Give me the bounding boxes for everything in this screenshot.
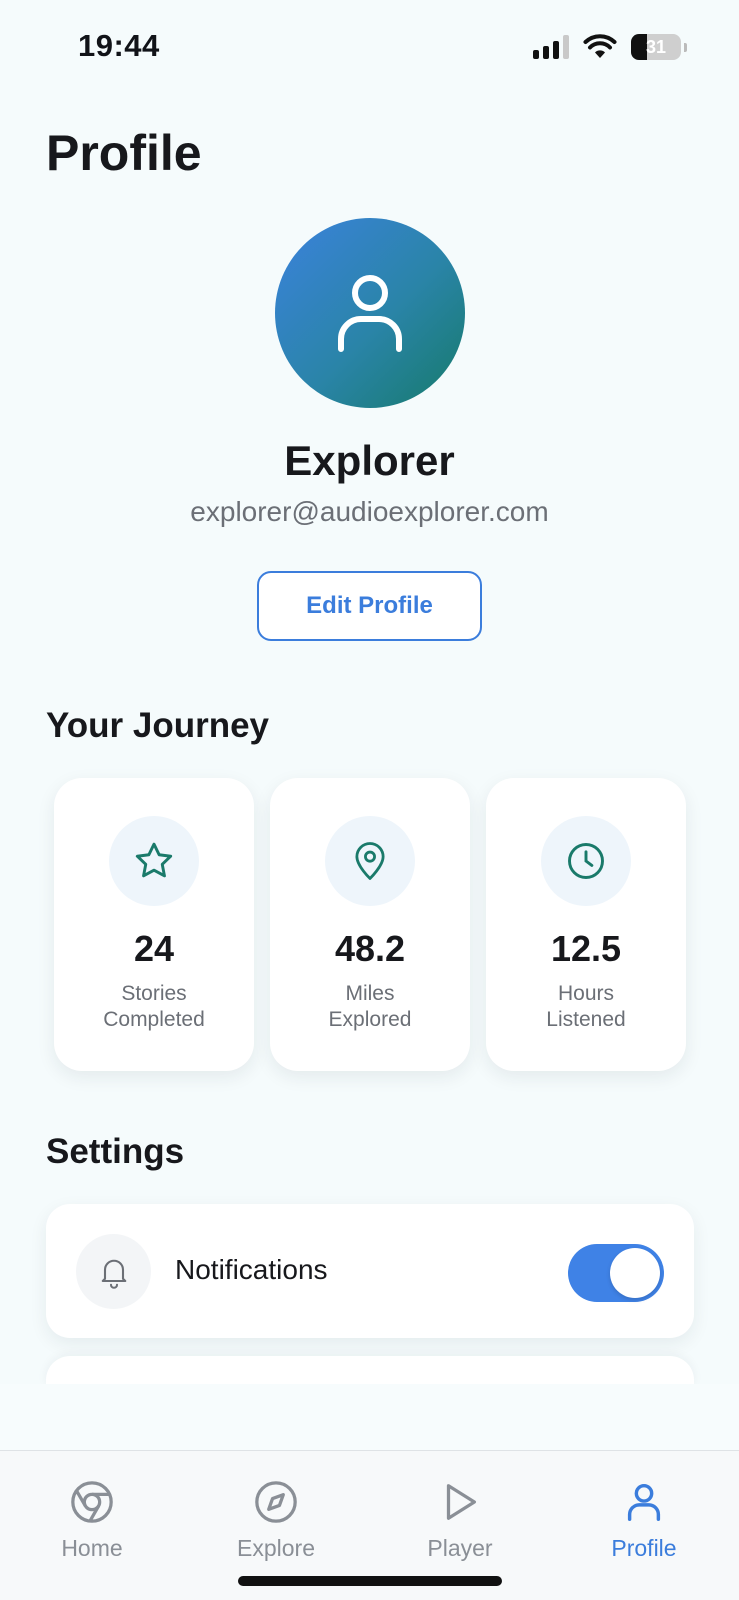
stat-value: 48.2 <box>334 928 406 969</box>
status-icons: 31 <box>533 34 687 60</box>
status-time: 19:44 <box>78 28 160 63</box>
setting-icon-wrap <box>76 1234 151 1309</box>
star-icon <box>135 842 173 878</box>
notifications-toggle[interactable] <box>568 1244 664 1302</box>
tab-explore[interactable]: Explore <box>184 1479 368 1569</box>
setting-label: Notifications <box>175 1254 328 1285</box>
stat-card-miles: 48.2 Miles Explored <box>270 778 470 1071</box>
status-bar: 19:44 31 <box>0 0 739 100</box>
avatar[interactable] <box>275 218 465 408</box>
stat-label-line2: Explored <box>328 1008 412 1031</box>
stat-value: 24 <box>133 928 175 969</box>
stat-label: Hours Listened <box>486 981 686 1033</box>
stat-label-line1: Miles <box>345 982 395 1005</box>
stat-label: Stories Completed <box>54 981 254 1033</box>
user-icon <box>627 1483 661 1521</box>
page-title: Profile <box>46 125 202 181</box>
tab-label: Profile <box>611 1535 677 1561</box>
tab-home[interactable]: Home <box>0 1479 184 1569</box>
map-pin-icon <box>355 842 385 880</box>
stat-icon-wrap <box>541 816 631 906</box>
home-indicator[interactable] <box>238 1576 502 1586</box>
tab-label: Home <box>61 1535 123 1561</box>
stat-label-line1: Hours <box>557 982 615 1005</box>
settings-row-notifications[interactable]: Notifications <box>46 1204 694 1338</box>
tab-player[interactable]: Player <box>368 1479 552 1569</box>
stat-icon-wrap <box>109 816 199 906</box>
toggle-knob <box>610 1248 660 1298</box>
stat-label: Miles Explored <box>270 981 470 1033</box>
stat-label-line2: Completed <box>103 1008 205 1031</box>
chrome-icon <box>71 1481 113 1523</box>
battery-tip <box>684 42 687 52</box>
stat-icon-wrap <box>325 816 415 906</box>
tab-label: Explore <box>237 1535 315 1561</box>
journey-stats: 24 Stories Completed 48.2 Miles Explored… <box>54 778 686 1071</box>
stat-label-line2: Listened <box>546 1008 626 1031</box>
user-email: explorer@audioexplorer.com <box>190 496 549 527</box>
tab-profile[interactable]: Profile <box>552 1479 736 1569</box>
stat-card-stories: 24 Stories Completed <box>54 778 254 1071</box>
settings-section-title: Settings <box>46 1132 185 1171</box>
stat-card-hours: 12.5 Hours Listened <box>486 778 686 1071</box>
compass-icon <box>255 1481 297 1523</box>
play-icon <box>446 1484 477 1520</box>
wifi-icon <box>583 34 617 58</box>
battery-level: 31 <box>645 36 667 57</box>
journey-section-title: Your Journey <box>46 706 270 745</box>
clock-icon <box>568 843 604 879</box>
settings-row-partial <box>46 1356 694 1386</box>
cellular-signal-icon <box>533 35 569 59</box>
tab-label: Player <box>427 1535 493 1561</box>
stat-label-line1: Stories <box>121 982 187 1005</box>
user-name: Explorer <box>284 437 455 484</box>
bell-icon <box>101 1259 126 1289</box>
edit-profile-button[interactable]: Edit Profile <box>257 571 482 641</box>
user-icon <box>338 275 402 352</box>
scroll-fade <box>0 1384 739 1450</box>
battery-icon: 31 <box>631 34 681 60</box>
stat-value: 12.5 <box>550 928 622 969</box>
